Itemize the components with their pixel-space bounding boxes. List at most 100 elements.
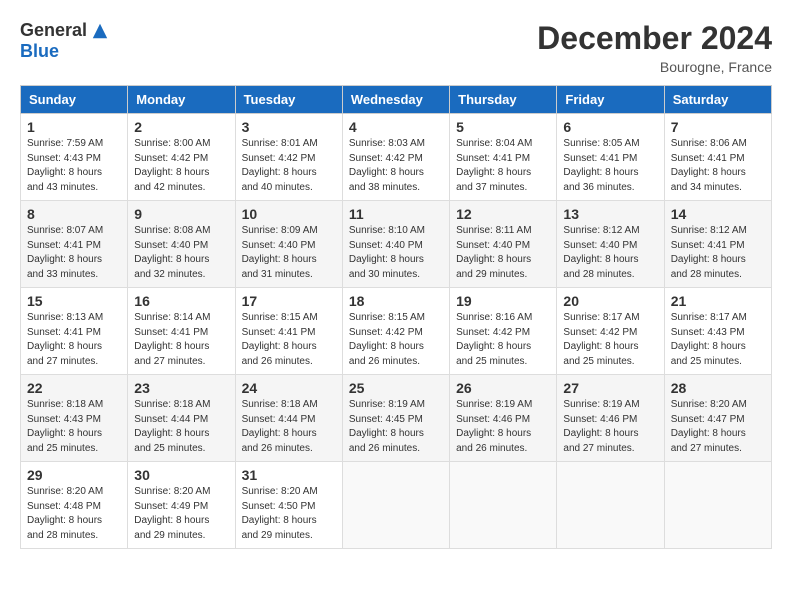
day-number: 3 [242,119,336,135]
day-number: 21 [671,293,765,309]
day-info: Sunrise: 8:12 AMSunset: 4:40 PMDaylight:… [563,224,657,282]
day-number: 28 [671,380,765,396]
calendar-week-row: 22 Sunrise: 8:18 AMSunset: 4:43 PMDayligh… [21,375,772,462]
day-header-friday: Friday [557,86,664,114]
month-title: December 2024 [537,20,772,57]
day-info: Sunrise: 8:14 AMSunset: 4:41 PMDaylight:… [134,311,228,369]
day-info: Sunrise: 8:04 AMSunset: 4:41 PMDaylight:… [456,137,550,195]
day-number: 20 [563,293,657,309]
day-info: Sunrise: 8:15 AMSunset: 4:42 PMDaylight:… [349,311,443,369]
calendar-cell [450,462,557,549]
day-info: Sunrise: 8:20 AMSunset: 4:49 PMDaylight:… [134,485,228,543]
calendar-cell: 23 Sunrise: 8:18 AMSunset: 4:44 PMDayligh… [128,375,235,462]
day-number: 10 [242,206,336,222]
calendar-cell: 21 Sunrise: 8:17 AMSunset: 4:43 PMDayligh… [664,288,771,375]
day-number: 7 [671,119,765,135]
logo: General Blue [20,20,109,62]
day-number: 15 [27,293,121,309]
day-info: Sunrise: 8:07 AMSunset: 4:41 PMDaylight:… [27,224,121,282]
day-number: 16 [134,293,228,309]
day-info: Sunrise: 8:20 AMSunset: 4:47 PMDaylight:… [671,398,765,456]
day-info: Sunrise: 8:15 AMSunset: 4:41 PMDaylight:… [242,311,336,369]
calendar-header-row: SundayMondayTuesdayWednesdayThursdayFrid… [21,86,772,114]
day-number: 31 [242,467,336,483]
day-number: 1 [27,119,121,135]
day-info: Sunrise: 8:18 AMSunset: 4:43 PMDaylight:… [27,398,121,456]
day-info: Sunrise: 8:03 AMSunset: 4:42 PMDaylight:… [349,137,443,195]
day-header-tuesday: Tuesday [235,86,342,114]
day-header-saturday: Saturday [664,86,771,114]
day-info: Sunrise: 8:10 AMSunset: 4:40 PMDaylight:… [349,224,443,282]
logo-blue-text: Blue [20,41,59,62]
day-info: Sunrise: 8:12 AMSunset: 4:41 PMDaylight:… [671,224,765,282]
day-info: Sunrise: 8:01 AMSunset: 4:42 PMDaylight:… [242,137,336,195]
calendar-cell: 1 Sunrise: 7:59 AMSunset: 4:43 PMDaylight… [21,114,128,201]
day-number: 23 [134,380,228,396]
day-info: Sunrise: 8:20 AMSunset: 4:48 PMDaylight:… [27,485,121,543]
day-info: Sunrise: 8:20 AMSunset: 4:50 PMDaylight:… [242,485,336,543]
day-number: 9 [134,206,228,222]
day-info: Sunrise: 8:19 AMSunset: 4:46 PMDaylight:… [456,398,550,456]
calendar-week-row: 29Sunrise: 8:20 AMSunset: 4:48 PMDayligh… [21,462,772,549]
calendar-week-row: 1 Sunrise: 7:59 AMSunset: 4:43 PMDaylight… [21,114,772,201]
calendar-week-row: 15 Sunrise: 8:13 AMSunset: 4:41 PMDayligh… [21,288,772,375]
day-info: Sunrise: 8:11 AMSunset: 4:40 PMDaylight:… [456,224,550,282]
day-info: Sunrise: 7:59 AMSunset: 4:43 PMDaylight:… [27,137,121,195]
calendar-cell: 19 Sunrise: 8:16 AMSunset: 4:42 PMDayligh… [450,288,557,375]
day-info: Sunrise: 8:00 AMSunset: 4:42 PMDaylight:… [134,137,228,195]
day-number: 4 [349,119,443,135]
day-info: Sunrise: 8:19 AMSunset: 4:46 PMDaylight:… [563,398,657,456]
day-info: Sunrise: 8:09 AMSunset: 4:40 PMDaylight:… [242,224,336,282]
day-info: Sunrise: 8:19 AMSunset: 4:45 PMDaylight:… [349,398,443,456]
day-number: 22 [27,380,121,396]
calendar-cell [664,462,771,549]
page-header: General Blue December 2024 Bourogne, Fra… [20,20,772,75]
day-number: 25 [349,380,443,396]
calendar-cell [342,462,449,549]
calendar-cell: 2Sunrise: 8:00 AMSunset: 4:42 PMDaylight… [128,114,235,201]
calendar-cell: 6 Sunrise: 8:05 AMSunset: 4:41 PMDaylight… [557,114,664,201]
day-info: Sunrise: 8:06 AMSunset: 4:41 PMDaylight:… [671,137,765,195]
calendar-cell: 8 Sunrise: 8:07 AMSunset: 4:41 PMDaylight… [21,201,128,288]
location: Bourogne, France [537,59,772,75]
calendar-cell: 26Sunrise: 8:19 AMSunset: 4:46 PMDayligh… [450,375,557,462]
day-info: Sunrise: 8:13 AMSunset: 4:41 PMDaylight:… [27,311,121,369]
calendar-cell: 30Sunrise: 8:20 AMSunset: 4:49 PMDayligh… [128,462,235,549]
calendar-cell: 13Sunrise: 8:12 AMSunset: 4:40 PMDayligh… [557,201,664,288]
day-number: 17 [242,293,336,309]
title-area: December 2024 Bourogne, France [537,20,772,75]
day-header-sunday: Sunday [21,86,128,114]
calendar-cell: 25 Sunrise: 8:19 AMSunset: 4:45 PMDayligh… [342,375,449,462]
calendar-cell: 27Sunrise: 8:19 AMSunset: 4:46 PMDayligh… [557,375,664,462]
day-number: 8 [27,206,121,222]
calendar-cell: 12 Sunrise: 8:11 AMSunset: 4:40 PMDayligh… [450,201,557,288]
calendar-cell: 29Sunrise: 8:20 AMSunset: 4:48 PMDayligh… [21,462,128,549]
day-number: 6 [563,119,657,135]
calendar-week-row: 8 Sunrise: 8:07 AMSunset: 4:41 PMDaylight… [21,201,772,288]
day-info: Sunrise: 8:18 AMSunset: 4:44 PMDaylight:… [242,398,336,456]
day-info: Sunrise: 8:17 AMSunset: 4:43 PMDaylight:… [671,311,765,369]
calendar-cell [557,462,664,549]
calendar-cell: 9Sunrise: 8:08 AMSunset: 4:40 PMDaylight… [128,201,235,288]
calendar-cell: 7 Sunrise: 8:06 AMSunset: 4:41 PMDaylight… [664,114,771,201]
calendar-cell: 22 Sunrise: 8:18 AMSunset: 4:43 PMDayligh… [21,375,128,462]
calendar-cell: 3 Sunrise: 8:01 AMSunset: 4:42 PMDaylight… [235,114,342,201]
calendar-cell: 10 Sunrise: 8:09 AMSunset: 4:40 PMDayligh… [235,201,342,288]
day-header-wednesday: Wednesday [342,86,449,114]
calendar-cell: 14 Sunrise: 8:12 AMSunset: 4:41 PMDayligh… [664,201,771,288]
day-number: 5 [456,119,550,135]
day-info: Sunrise: 8:16 AMSunset: 4:42 PMDaylight:… [456,311,550,369]
calendar-cell: 31 Sunrise: 8:20 AMSunset: 4:50 PMDayligh… [235,462,342,549]
day-number: 19 [456,293,550,309]
day-number: 12 [456,206,550,222]
calendar-cell: 15 Sunrise: 8:13 AMSunset: 4:41 PMDayligh… [21,288,128,375]
day-number: 18 [349,293,443,309]
day-info: Sunrise: 8:18 AMSunset: 4:44 PMDaylight:… [134,398,228,456]
logo-icon [91,22,109,40]
day-info: Sunrise: 8:17 AMSunset: 4:42 PMDaylight:… [563,311,657,369]
day-number: 14 [671,206,765,222]
calendar-cell: 4 Sunrise: 8:03 AMSunset: 4:42 PMDaylight… [342,114,449,201]
calendar-cell: 28 Sunrise: 8:20 AMSunset: 4:47 PMDayligh… [664,375,771,462]
day-info: Sunrise: 8:05 AMSunset: 4:41 PMDaylight:… [563,137,657,195]
calendar-cell: 18 Sunrise: 8:15 AMSunset: 4:42 PMDayligh… [342,288,449,375]
